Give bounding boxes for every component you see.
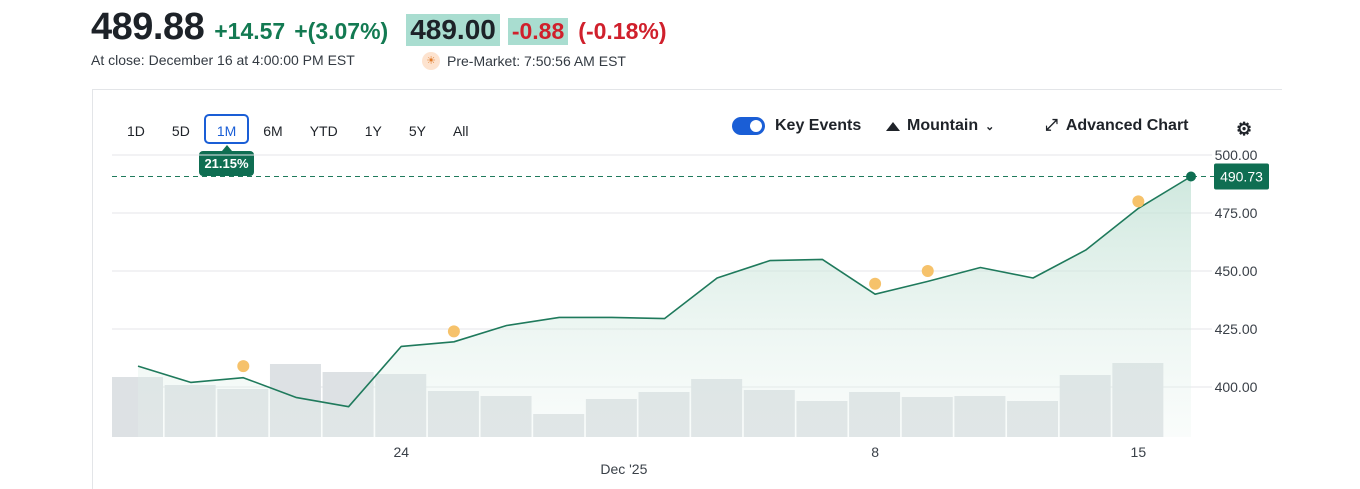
y-tick-label: 425.00 xyxy=(1215,321,1258,337)
key-event-marker xyxy=(1132,195,1145,208)
key-event-marker xyxy=(447,325,460,338)
y-tick-label: 475.00 xyxy=(1215,205,1258,221)
price-chart: 500.00 475.00 450.00 425.00 400.00 490.73 24 8 1… xyxy=(112,147,1269,477)
key-event-marker xyxy=(921,265,934,277)
y-tick-label: 450.00 xyxy=(1215,263,1258,279)
x-axis-month-label: Dec '25 xyxy=(600,461,647,477)
current-price-tag-label: 490.73 xyxy=(1220,169,1263,185)
key-event-marker xyxy=(869,277,882,290)
y-tick-label: 400.00 xyxy=(1215,379,1258,395)
y-tick-label: 500.00 xyxy=(1215,147,1258,163)
x-tick-label: 24 xyxy=(393,444,409,460)
key-event-marker xyxy=(237,360,250,373)
last-price-point xyxy=(1186,171,1196,182)
x-tick-label: 8 xyxy=(871,444,879,460)
x-tick-label: 15 xyxy=(1131,444,1147,460)
